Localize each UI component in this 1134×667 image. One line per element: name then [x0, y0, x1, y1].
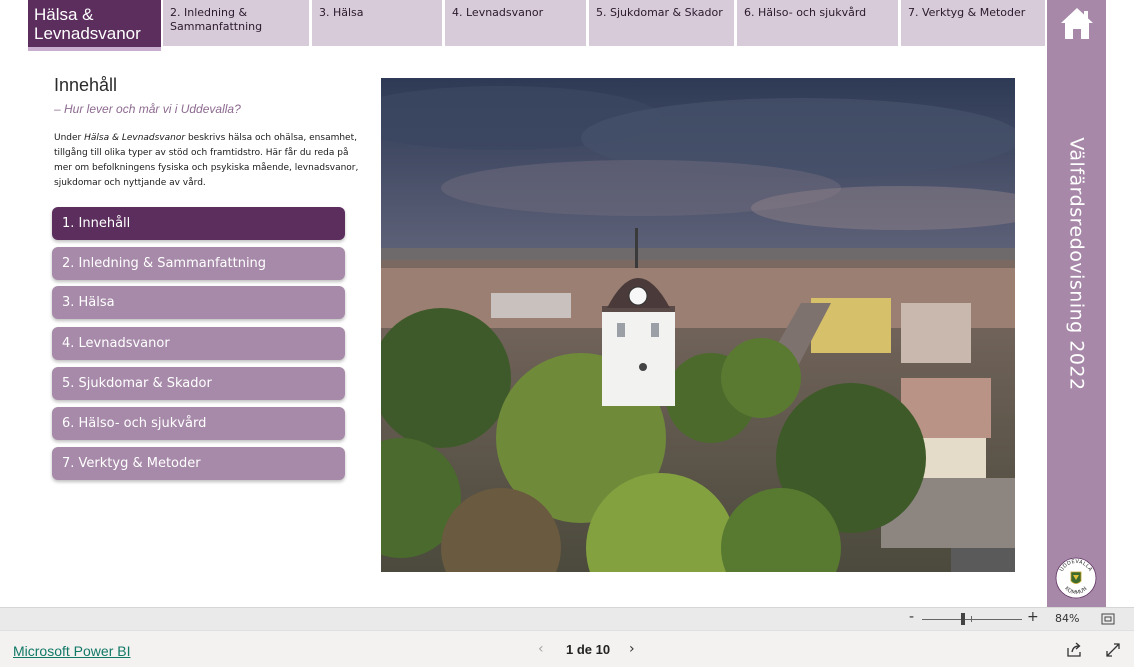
- tab-halsa[interactable]: 3. Hälsa: [312, 0, 442, 46]
- page-title: Innehåll: [54, 75, 118, 95]
- tab-label: 3. Hälsa: [319, 6, 364, 19]
- sidebar-title-wrap: Välfärdsredovisning 2022: [1047, 0, 1106, 607]
- next-page-button[interactable]: ›: [629, 641, 635, 657]
- zoom-slider[interactable]: [922, 619, 1022, 620]
- brand-tab[interactable]: Hälsa & Levnadsvanor: [28, 0, 161, 51]
- bottom-bar: Microsoft Power BI ‹ 1 de 10 ›: [0, 630, 1134, 667]
- municipality-seal: UDDEVALLA KOMMUN: [1055, 557, 1097, 599]
- page-subtitle: – Hur lever och mår vi i Uddevalla?: [54, 102, 241, 116]
- tab-verktyg[interactable]: 7. Verktyg & Metoder: [901, 0, 1045, 46]
- zoom-in-button[interactable]: +: [1027, 609, 1039, 625]
- menu-button-inledning[interactable]: 2. Inledning & Sammanfattning: [52, 247, 345, 280]
- share-icon[interactable]: [1066, 642, 1082, 658]
- zoom-slider-tick: [971, 616, 972, 622]
- fullscreen-icon[interactable]: [1105, 642, 1121, 658]
- tab-levnadsvanor[interactable]: 4. Levnadsvanor: [445, 0, 586, 46]
- tab-label: 7. Verktyg & Metoder: [908, 6, 1026, 19]
- page-indicator: 1 de 10: [566, 642, 611, 657]
- power-bi-link[interactable]: Microsoft Power BI: [13, 643, 130, 659]
- tab-label-2: Sammanfattning: [170, 20, 263, 33]
- zoom-out-button[interactable]: -: [909, 609, 914, 625]
- menu-button-halsa[interactable]: 3. Hälsa: [52, 286, 345, 319]
- desc-prefix: Under: [54, 133, 85, 143]
- zoom-bar: - + 84%: [0, 607, 1134, 630]
- brand-tab-underline: [28, 47, 161, 51]
- menu-button-sjukdomar[interactable]: 5. Sjukdomar & Skador: [52, 367, 345, 400]
- brand-line-2: Levnadsvanor: [34, 24, 141, 43]
- tab-sjukdomar[interactable]: 5. Sjukdomar & Skador: [589, 0, 734, 46]
- menu-button-innehall[interactable]: 1. Innehåll: [52, 207, 345, 240]
- tab-label: 2. Inledning &: [170, 6, 248, 19]
- tab-label: 5. Sjukdomar & Skador: [596, 6, 723, 19]
- brand-line-1: Hälsa &: [34, 5, 94, 24]
- town-photo: [381, 78, 1015, 572]
- tab-halso-sjukvard[interactable]: 6. Hälso- och sjukvård: [737, 0, 898, 46]
- menu-button-halso-sjukvard[interactable]: 6. Hälso- och sjukvård: [52, 407, 345, 440]
- menu-button-verktyg[interactable]: 7. Verktyg & Metoder: [52, 447, 345, 480]
- report-canvas: Hälsa & Levnadsvanor 2. Inledning & Samm…: [0, 0, 1134, 607]
- tab-label: 6. Hälso- och sjukvård: [744, 6, 867, 19]
- prev-page-button[interactable]: ‹: [538, 641, 544, 657]
- tab-label: 4. Levnadsvanor: [452, 6, 544, 19]
- tab-inledning[interactable]: 2. Inledning & Sammanfattning: [163, 0, 309, 46]
- zoom-percent: 84%: [1055, 612, 1080, 625]
- desc-emphasis: Hälsa & Levnadsvanor: [84, 133, 186, 143]
- page-description: Under Hälsa & Levnadsvanor beskrivs häls…: [54, 131, 360, 191]
- sidebar-title: Välfärdsredovisning 2022: [1065, 136, 1088, 391]
- zoom-slider-thumb[interactable]: [961, 613, 965, 625]
- fit-to-page-icon[interactable]: [1101, 612, 1115, 626]
- menu-button-levnadsvanor[interactable]: 4. Levnadsvanor: [52, 327, 345, 360]
